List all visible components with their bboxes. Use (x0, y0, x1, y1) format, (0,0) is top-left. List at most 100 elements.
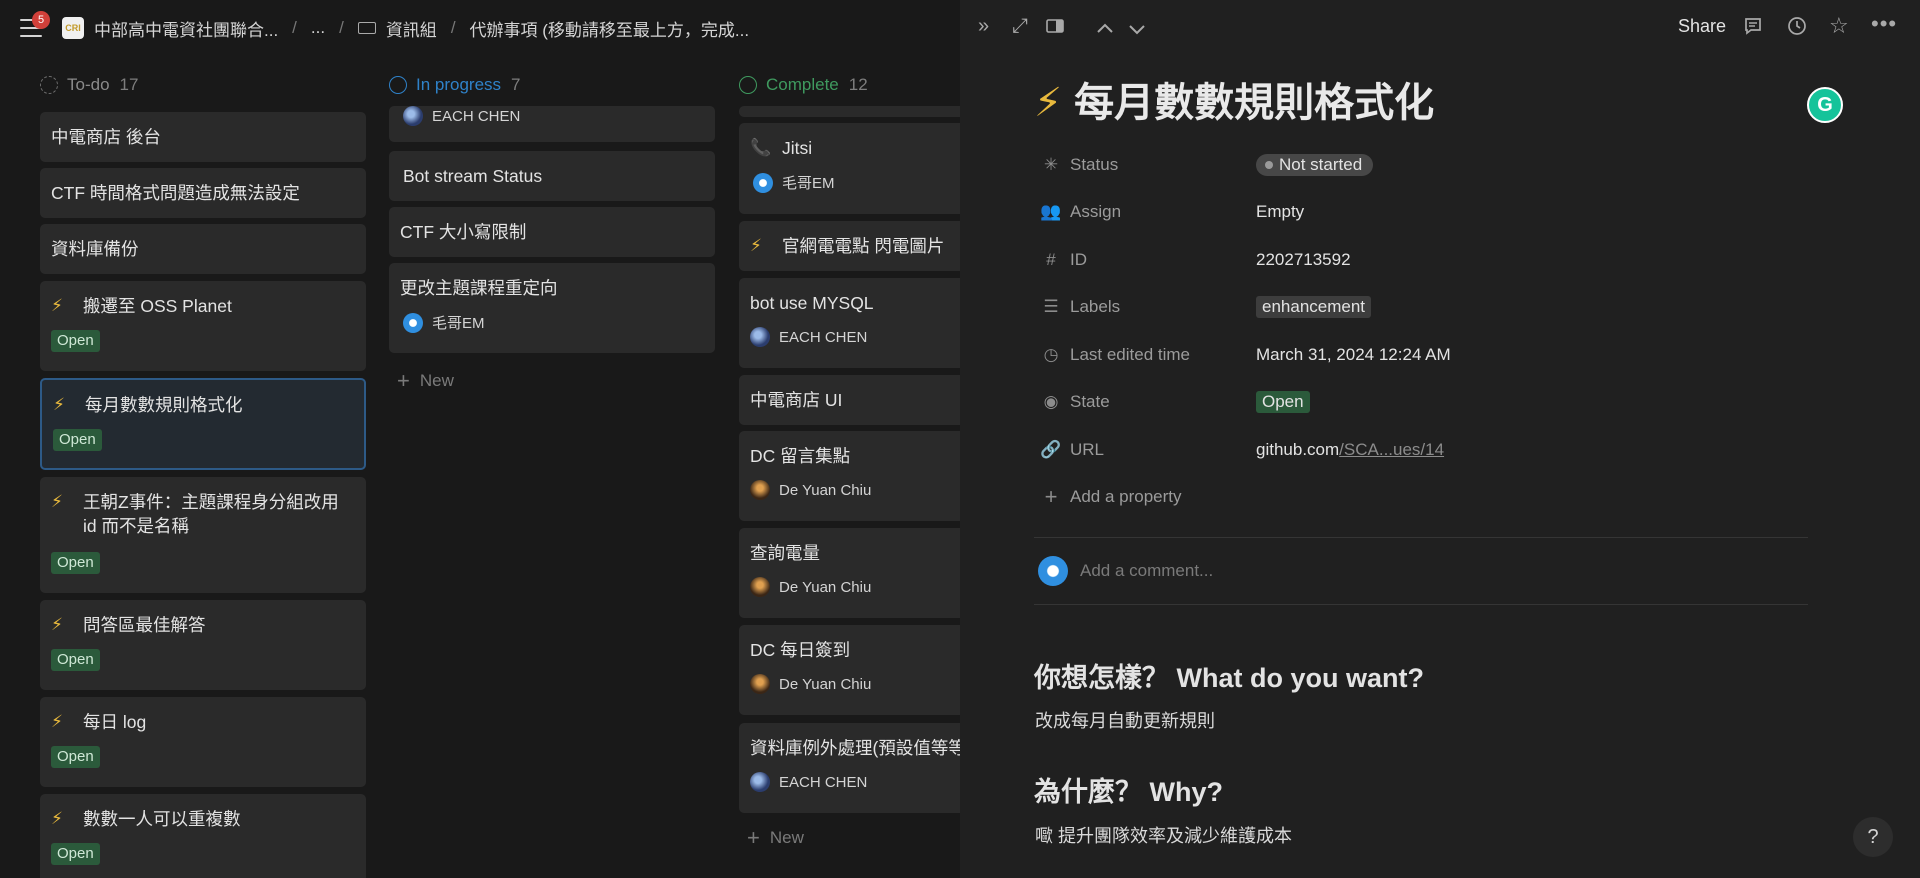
page-title[interactable]: ⚡ 每月數數規則格式化 (1034, 70, 1434, 128)
property-name: Last edited time (1070, 345, 1191, 364)
keyboard-icon (357, 22, 376, 34)
breadcrumb-separator: / (292, 18, 297, 37)
property-id[interactable]: # ID 2202713592 (1040, 245, 1880, 275)
grammarly-icon[interactable]: G (1807, 87, 1843, 123)
breadcrumb-page[interactable]: 代辦事項 (移動請移至最上方，完成... (470, 16, 750, 41)
column-header-todo[interactable]: To-do 17 (40, 60, 138, 113)
state-value[interactable]: Open (1256, 391, 1310, 413)
assign-value[interactable]: Empty (1256, 202, 1304, 222)
url-value[interactable]: github.com/SCA...ues/14 (1256, 440, 1444, 460)
share-button[interactable]: Share (1678, 16, 1726, 37)
board-card[interactable]: CTF 時間格式問題造成無法設定 (40, 168, 366, 218)
board-card[interactable]: 查詢電量 De Yuan Chiu (739, 528, 960, 618)
board-card[interactable]: ⚡ 王朝Z事件：主題課程身分組改用 id 而不是名稱 Open (40, 477, 366, 593)
breadcrumb-separator: / (339, 18, 344, 37)
clock-icon[interactable] (1787, 16, 1807, 42)
board-card[interactable]: Bot stream Status (389, 151, 715, 201)
state-tag: Open (51, 843, 100, 865)
clock-icon: ◷ (1043, 345, 1059, 364)
board-card[interactable]: DC 每日簽到 De Yuan Chiu (739, 625, 960, 715)
board-card-edge[interactable] (739, 106, 960, 117)
board-card[interactable]: bot use MYSQL EACH CHEN (739, 278, 960, 368)
kanban-board: To-do 17 中電商店 後台 CTF 時間格式問題造成無法設定 資料庫備份 … (0, 60, 960, 878)
board-card-selected[interactable]: ⚡ 每月數數規則格式化 Open (40, 378, 366, 470)
state-tag: Open (51, 552, 100, 574)
chevron-down-icon[interactable] (1128, 19, 1146, 42)
chevron-up-icon[interactable] (1096, 17, 1114, 40)
avatar (753, 172, 773, 193)
new-card-button[interactable]: + New (747, 825, 804, 851)
property-last-edited[interactable]: ◷ Last edited time March 31, 2024 12:24 … (1040, 340, 1880, 370)
column-name: In progress (416, 75, 502, 94)
close-peek-icon[interactable]: » (978, 15, 989, 38)
board-card[interactable]: ⚡ 問答區最佳解答 Open (40, 600, 366, 690)
id-value[interactable]: 2202713592 (1256, 250, 1351, 270)
board-card[interactable]: ⚡ 搬遷至 OSS Planet Open (40, 281, 366, 371)
status-value[interactable]: Not started (1256, 154, 1374, 176)
card-title: DC 每日簽到 (750, 640, 851, 660)
card-title: 查詢電量 (750, 543, 820, 563)
new-card-button[interactable]: + New (397, 368, 454, 394)
add-property-button[interactable]: + Add a property (1040, 482, 1880, 512)
board-card[interactable]: 資料庫例外處理(預設值等等 EACH CHEN (739, 723, 960, 813)
board-card[interactable]: EACH CHEN (389, 106, 715, 142)
side-peek-icon[interactable] (1046, 17, 1064, 40)
property-status[interactable]: ✳ Status Not started (1040, 150, 1880, 180)
expand-icon[interactable]: ⤢ (1012, 15, 1028, 38)
column-count: 17 (119, 75, 139, 94)
board-card[interactable]: DC 留言集點 De Yuan Chiu (739, 431, 960, 521)
help-button[interactable]: ? (1853, 817, 1893, 857)
state-tag: Open (51, 649, 100, 671)
star-icon[interactable]: ☆ (1829, 13, 1849, 39)
card-title: 每日 log (83, 712, 147, 732)
comment-icon[interactable] (1743, 16, 1763, 42)
property-assign[interactable]: 👥 Assign Empty (1040, 197, 1880, 227)
board-card[interactable]: ⚡ 官網電電點 閃電圖片 (739, 221, 960, 271)
hash-icon: # (1046, 250, 1056, 269)
lightning-icon: ⚡ (51, 712, 63, 731)
column-name: To-do (67, 75, 110, 94)
card-title: 官網電電點 閃電圖片 (782, 236, 945, 256)
board-card[interactable]: CTF 大小寫限制 (389, 207, 715, 257)
sidebar-menu-button[interactable]: 5 (20, 11, 50, 37)
avatar (750, 480, 770, 500)
board-card[interactable]: 中電商店 UI (739, 375, 960, 425)
heading-what: 你想怎樣？ What do you want? (1034, 663, 1424, 693)
plus-icon: + (397, 368, 410, 393)
board-card[interactable]: 資料庫備份 (40, 224, 366, 274)
card-title: bot use MYSQL (750, 293, 874, 313)
property-labels[interactable]: ☰ Labels enhancement (1040, 292, 1880, 322)
comment-input[interactable]: Add a comment... (1038, 556, 1213, 586)
breadcrumb-ellipsis[interactable]: ... (311, 18, 325, 38)
avatar (403, 106, 423, 126)
notification-badge: 5 (32, 11, 50, 29)
property-state[interactable]: ◉ State Open (1040, 387, 1880, 417)
status-dot-icon (1265, 161, 1273, 169)
column-count: 7 (511, 75, 521, 94)
link-icon: 🔗 (1040, 440, 1062, 459)
property-name: ID (1070, 250, 1087, 269)
breadcrumb-team[interactable]: 資訊組 (386, 16, 437, 41)
breadcrumb-workspace[interactable]: 中部高中電資社團聯合... (94, 16, 278, 41)
paragraph-what: 改成每月自動更新規則 (1035, 711, 1215, 731)
workspace-logo[interactable]: CRI (62, 17, 84, 39)
state-select-icon: ◉ (1043, 392, 1059, 411)
board-card[interactable]: 📞 Jitsi 毛哥EM (739, 123, 960, 214)
card-person: 毛哥EM (432, 315, 485, 332)
board-card[interactable]: 中電商店 後台 (40, 112, 366, 162)
avatar (750, 772, 770, 792)
more-icon[interactable]: ••• (1871, 11, 1897, 37)
board-card[interactable]: ⚡ 數數一人可以重複數 Open (40, 794, 366, 878)
card-title-line: id 而不是名稱 (83, 516, 189, 536)
card-person: EACH CHEN (779, 773, 868, 791)
labels-value[interactable]: enhancement (1256, 296, 1372, 318)
new-label: New (419, 371, 454, 390)
board-card[interactable]: 更改主題課程重定向 毛哥EM (389, 263, 715, 353)
add-property-label: Add a property (1070, 487, 1182, 506)
board-card[interactable]: ⚡ 每日 log Open (40, 697, 366, 787)
heading-why: 為什麼？ Why? (1034, 777, 1223, 807)
property-url[interactable]: 🔗 URL github.com/SCA...ues/14 (1040, 435, 1880, 465)
divider (1034, 537, 1808, 538)
breadcrumb-separator: / (450, 18, 456, 37)
avatar (750, 577, 770, 597)
